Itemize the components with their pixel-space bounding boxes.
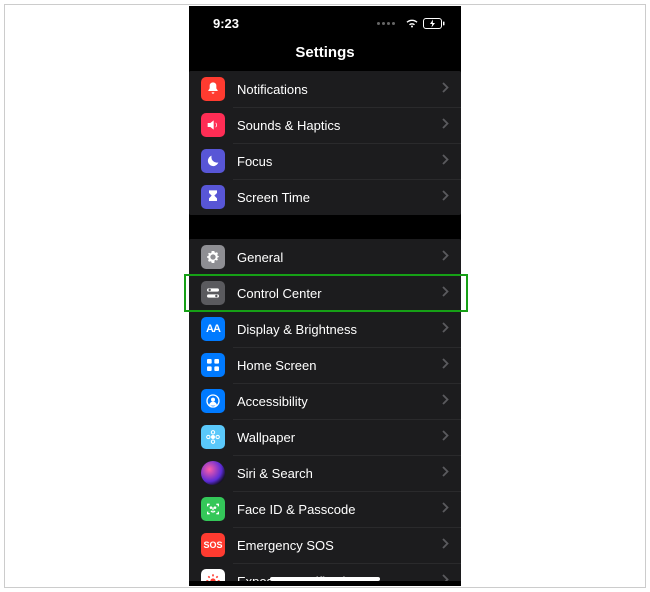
row-label: Siri & Search <box>237 466 442 481</box>
chevron-right-icon <box>442 428 449 446</box>
chevron-right-icon <box>442 320 449 338</box>
settings-row-screen-time[interactable]: Screen Time <box>189 179 461 215</box>
document-frame: 9:23 Settings Notifications Sounds & Hapt… <box>4 4 646 588</box>
settings-row-general[interactable]: General <box>189 239 461 275</box>
row-label: Sounds & Haptics <box>237 118 442 133</box>
sos-icon: SOS <box>201 533 225 557</box>
row-label: Notifications <box>237 82 442 97</box>
settings-row-emergency-sos[interactable]: SOS Emergency SOS <box>189 527 461 563</box>
row-label: Home Screen <box>237 358 442 373</box>
phone-screen: 9:23 Settings Notifications Sounds & Hapt… <box>189 6 461 586</box>
chevron-right-icon <box>442 536 449 554</box>
chevron-right-icon <box>442 392 449 410</box>
chevron-right-icon <box>442 356 449 374</box>
row-label: Focus <box>237 154 442 169</box>
wifi-icon <box>405 18 419 28</box>
home-indicator[interactable] <box>270 577 380 581</box>
face-icon <box>201 497 225 521</box>
switches-icon <box>201 281 225 305</box>
settings-row-wallpaper[interactable]: Wallpaper <box>189 419 461 455</box>
row-label: Accessibility <box>237 394 442 409</box>
chevron-right-icon <box>442 248 449 266</box>
settings-row-face-id-passcode[interactable]: Face ID & Passcode <box>189 491 461 527</box>
bell-icon <box>201 77 225 101</box>
status-bar: 9:23 <box>189 6 461 40</box>
settings-row-control-center[interactable]: Control Center <box>189 275 461 311</box>
chevron-right-icon <box>442 80 449 98</box>
aa-icon: AA <box>201 317 225 341</box>
chevron-right-icon <box>442 284 449 302</box>
row-label: Display & Brightness <box>237 322 442 337</box>
chevron-right-icon <box>442 572 449 581</box>
page-title: Settings <box>189 40 461 71</box>
signal-icon <box>377 22 395 25</box>
row-label: Emergency SOS <box>237 538 442 553</box>
person-icon <box>201 389 225 413</box>
settings-group: General Control Center AA Display & Brightn… <box>189 239 461 581</box>
settings-row-sounds-haptics[interactable]: Sounds & Haptics <box>189 107 461 143</box>
chevron-right-icon <box>442 152 449 170</box>
flower-icon <box>201 425 225 449</box>
chevron-right-icon <box>442 188 449 206</box>
status-time: 9:23 <box>213 16 239 31</box>
grid-icon <box>201 353 225 377</box>
settings-row-notifications[interactable]: Notifications <box>189 71 461 107</box>
chevron-right-icon <box>442 464 449 482</box>
status-indicators <box>377 18 445 29</box>
moon-icon <box>201 149 225 173</box>
settings-row-focus[interactable]: Focus <box>189 143 461 179</box>
settings-row-display-brightness[interactable]: AA Display & Brightness <box>189 311 461 347</box>
settings-list[interactable]: Notifications Sounds & Haptics Focus Screen… <box>189 71 461 581</box>
exposure-icon <box>201 569 225 581</box>
row-label: General <box>237 250 442 265</box>
hourglass-icon <box>201 185 225 209</box>
chevron-right-icon <box>442 500 449 518</box>
row-label: Control Center <box>237 286 442 301</box>
siri-icon <box>201 461 225 485</box>
battery-charging-icon <box>423 18 445 29</box>
speaker-icon <box>201 113 225 137</box>
row-label: Wallpaper <box>237 430 442 445</box>
row-label: Face ID & Passcode <box>237 502 442 517</box>
chevron-right-icon <box>442 116 449 134</box>
row-label: Screen Time <box>237 190 442 205</box>
settings-row-accessibility[interactable]: Accessibility <box>189 383 461 419</box>
gear-icon <box>201 245 225 269</box>
settings-row-home-screen[interactable]: Home Screen <box>189 347 461 383</box>
settings-row-siri-search[interactable]: Siri & Search <box>189 455 461 491</box>
settings-group: Notifications Sounds & Haptics Focus Screen… <box>189 71 461 215</box>
